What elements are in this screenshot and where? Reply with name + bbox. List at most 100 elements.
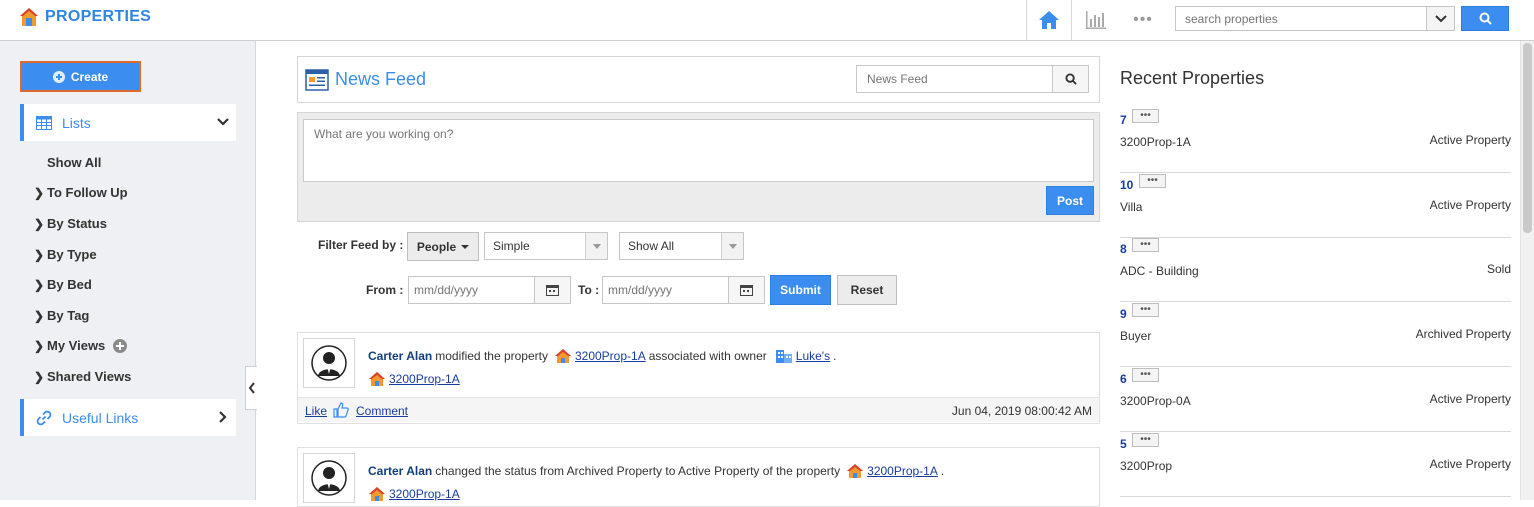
chart-icon xyxy=(1086,11,1106,29)
people-filter-button[interactable]: People xyxy=(407,232,479,261)
home-icon xyxy=(1039,11,1059,29)
property-link[interactable]: 3200Prop-1A xyxy=(867,464,938,478)
sidebar-item-by-bed[interactable]: ❯ By Bed xyxy=(34,277,92,292)
actor-link[interactable]: Carter Alan xyxy=(368,464,432,478)
feed-item-footer: Like Comment Jun 04, 2019 08:00:42 AM xyxy=(298,397,1099,422)
property-id-link[interactable]: 5 xyxy=(1120,437,1127,451)
more-options-button[interactable]: ••• xyxy=(1139,174,1166,188)
property-id-link[interactable]: 6 xyxy=(1120,372,1127,386)
property-id-link[interactable]: 9 xyxy=(1120,307,1127,321)
add-view-icon[interactable] xyxy=(113,338,128,353)
sidebar-item-my-views[interactable]: ❯ My Views xyxy=(34,338,128,353)
chevron-right-icon: ❯ xyxy=(34,277,45,292)
search-button[interactable] xyxy=(1461,6,1509,31)
sidebar-collapse-toggle[interactable] xyxy=(245,366,257,410)
to-date-input[interactable] xyxy=(603,277,727,303)
chevron-down-icon xyxy=(1434,14,1447,22)
nav-home[interactable] xyxy=(1026,0,1072,40)
page-title: News Feed xyxy=(335,69,427,89)
feed-type-select[interactable]: Simple xyxy=(484,232,608,260)
nav-reports[interactable] xyxy=(1073,0,1119,40)
timestamp: Jun 04, 2019 08:00:42 AM xyxy=(951,404,1092,418)
comment-link[interactable]: Comment xyxy=(356,404,408,418)
more-options-button[interactable]: ••• xyxy=(1132,433,1159,447)
property-link[interactable]: 3200Prop-1A xyxy=(575,349,646,363)
user-avatar-icon xyxy=(311,460,347,496)
recent-property-item: 7 ••• 3200Prop-1A Active Property xyxy=(1120,108,1511,173)
avatar[interactable] xyxy=(303,453,355,503)
property-search[interactable] xyxy=(1175,6,1455,31)
to-date-field[interactable] xyxy=(602,276,765,304)
property-name: 3200Prop xyxy=(1120,459,1173,473)
recent-property-item: 10 ••• Villa Active Property xyxy=(1120,173,1511,238)
property-status: Active Property xyxy=(1429,198,1511,212)
sidebar-item-by-status[interactable]: ❯ By Status xyxy=(34,216,107,231)
property-status: Active Property xyxy=(1429,457,1511,471)
sidebar-item-by-type[interactable]: ❯ By Type xyxy=(34,247,97,262)
search-dropdown-toggle[interactable] xyxy=(1426,7,1454,30)
chevron-right-icon: ❯ xyxy=(34,308,45,323)
feed-scope-select[interactable]: Show All xyxy=(619,232,744,260)
link-icon xyxy=(36,410,52,425)
scrollbar-thumb[interactable] xyxy=(1523,43,1532,233)
news-feed-search-input[interactable] xyxy=(857,66,1053,92)
property-id-link[interactable]: 10 xyxy=(1120,178,1133,192)
property-id-link[interactable]: 8 xyxy=(1120,242,1127,256)
recent-property-item: 5 ••• 3200Prop Active Property xyxy=(1120,432,1511,497)
property-id-link[interactable]: 7 xyxy=(1120,113,1127,127)
post-composer: Post xyxy=(297,112,1100,222)
avatar[interactable] xyxy=(303,338,355,388)
post-input[interactable] xyxy=(303,119,1094,182)
app-title[interactable]: PROPERTIES xyxy=(45,8,151,26)
caret-down-icon xyxy=(461,244,470,249)
more-options-button[interactable]: ••• xyxy=(1132,109,1159,123)
news-feed-search-button[interactable] xyxy=(1052,66,1088,92)
feed-activity-text: Carter Alan modified the property 3200Pr… xyxy=(368,349,837,363)
chevron-right-icon xyxy=(219,411,227,423)
from-date-input[interactable] xyxy=(409,277,533,303)
property-name: Buyer xyxy=(1120,329,1152,343)
feed-activity-text: Carter Alan changed the status from Arch… xyxy=(368,464,945,478)
sidebar-item-show-all[interactable]: Show All xyxy=(47,155,101,170)
dropdown-arrow-icon xyxy=(721,233,743,259)
calendar-icon[interactable] xyxy=(534,277,570,303)
owner-link[interactable]: Luke's xyxy=(796,349,830,363)
property-link[interactable]: 3200Prop-1A xyxy=(389,487,460,501)
sidebar: Create Lists Show All ❯ To Follow Up ❯ By … xyxy=(0,41,256,500)
reset-button[interactable]: Reset xyxy=(837,275,897,305)
thumbs-up-icon[interactable] xyxy=(333,402,349,418)
more-icon[interactable]: ••• xyxy=(1120,0,1166,40)
property-link[interactable]: 3200Prop-1A xyxy=(389,372,460,386)
lists-label: Lists xyxy=(62,114,91,131)
plus-circle-icon xyxy=(52,70,65,83)
chevron-right-icon: ❯ xyxy=(34,369,45,384)
chevron-right-icon: ❯ xyxy=(34,247,45,262)
sidebar-item-by-tag[interactable]: ❯ By Tag xyxy=(34,308,89,323)
from-date-field[interactable] xyxy=(408,276,571,304)
more-options-button[interactable]: ••• xyxy=(1132,303,1159,317)
search-input[interactable] xyxy=(1176,7,1426,30)
useful-links-label: Useful Links xyxy=(62,409,139,426)
sidebar-item-shared-views[interactable]: ❯ Shared Views xyxy=(34,369,131,384)
filter-label: Filter Feed by : xyxy=(318,238,404,252)
create-button[interactable]: Create xyxy=(20,61,141,92)
more-options-button[interactable]: ••• xyxy=(1132,368,1159,382)
dropdown-arrow-icon xyxy=(585,233,607,259)
sidebar-section-lists[interactable]: Lists xyxy=(20,104,236,141)
news-feed-search[interactable] xyxy=(856,65,1089,93)
chevron-right-icon: ❯ xyxy=(34,216,45,231)
recent-property-item: 6 ••• 3200Prop-0A Active Property xyxy=(1120,367,1511,432)
like-link[interactable]: Like xyxy=(305,404,327,418)
more-options-button[interactable]: ••• xyxy=(1132,238,1159,252)
calendar-icon[interactable] xyxy=(728,277,764,303)
sidebar-section-useful-links[interactable]: Useful Links xyxy=(20,399,236,436)
top-bar: PROPERTIES ••• xyxy=(0,0,1534,41)
property-name: 3200Prop-0A xyxy=(1120,394,1191,408)
post-button[interactable]: Post xyxy=(1046,186,1094,215)
to-label: To : xyxy=(578,283,600,297)
property-status: Sold xyxy=(1486,262,1511,276)
actor-link[interactable]: Carter Alan xyxy=(368,349,432,363)
submit-button[interactable]: Submit xyxy=(770,275,831,305)
sidebar-item-to-follow-up[interactable]: ❯ To Follow Up xyxy=(34,185,128,200)
page-scrollbar[interactable] xyxy=(1520,41,1534,500)
